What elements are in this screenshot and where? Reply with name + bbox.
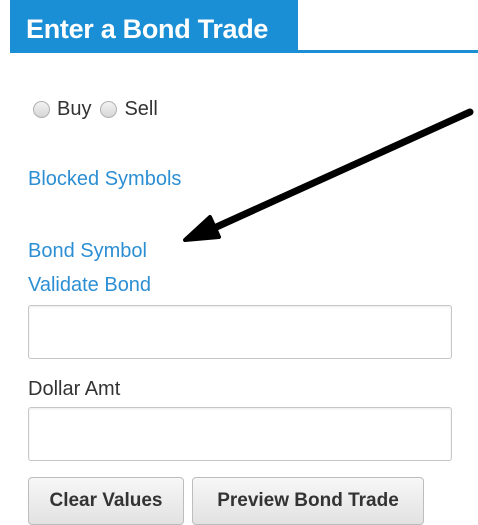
- bond-trade-form: Enter a Bond Trade Buy Sell Blocked Symb…: [0, 0, 478, 525]
- arrow-pointing-left-icon: [183, 108, 474, 242]
